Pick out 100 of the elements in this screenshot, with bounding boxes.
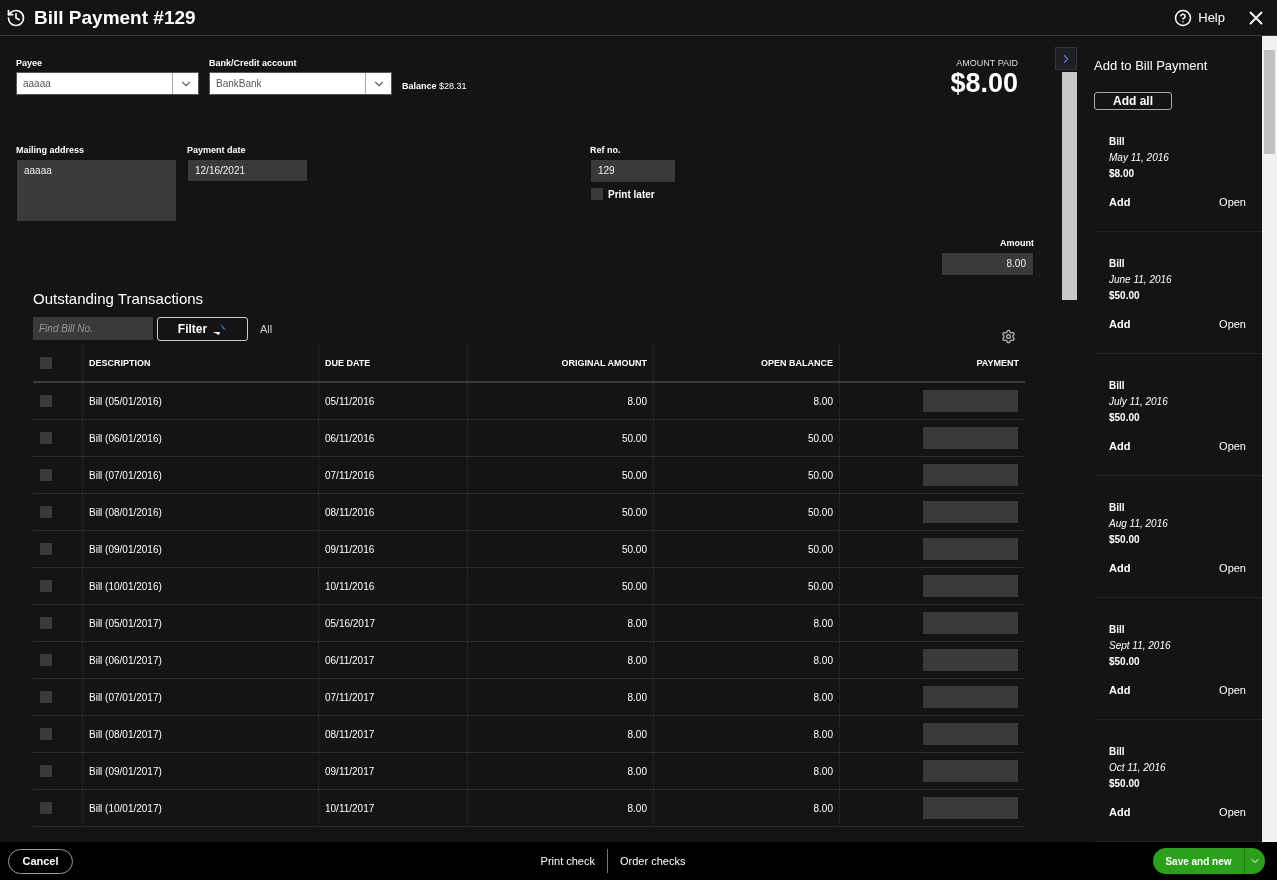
- table-cell: 07/11/2017: [325, 691, 375, 703]
- payment-field[interactable]: [922, 463, 1019, 487]
- order-checks-link[interactable]: Order checks: [608, 855, 698, 867]
- checkbox[interactable]: [39, 542, 53, 556]
- checkbox[interactable]: [39, 579, 53, 593]
- table-cell: Bill (05/01/2016): [89, 395, 162, 407]
- panel-title: Add to Bill Payment: [1094, 58, 1209, 73]
- column-header: PAYMENT: [976, 357, 1019, 368]
- date-field[interactable]: 12/16/2021: [187, 159, 308, 182]
- address-field[interactable]: aaaaa: [16, 159, 177, 222]
- table-cell: 08/11/2017: [325, 728, 375, 740]
- table-cell: 8.00: [813, 728, 833, 740]
- field-label: Payee: [16, 58, 44, 68]
- payment-field[interactable]: [922, 426, 1019, 450]
- payment-field[interactable]: [922, 759, 1019, 783]
- open-link[interactable]: Open: [1219, 440, 1246, 452]
- checkbox[interactable]: [39, 653, 53, 667]
- add-link[interactable]: Add: [1109, 806, 1131, 818]
- checkbox[interactable]: [590, 187, 604, 201]
- open-link[interactable]: Open: [1219, 196, 1246, 208]
- bill-type: Bill: [1109, 258, 1126, 269]
- amount-paid-value: $8.00: [950, 68, 1018, 99]
- table-cell: 50.00: [621, 432, 647, 444]
- payment-field[interactable]: [922, 389, 1019, 413]
- checkbox-label: Print later: [608, 188, 655, 200]
- column-header: DESCRIPTION: [89, 357, 151, 368]
- help-link[interactable]: Help: [1174, 8, 1225, 27]
- table-cell: 8.00: [813, 654, 833, 666]
- table-cell: Bill (08/01/2016): [89, 506, 162, 518]
- payment-field[interactable]: [922, 537, 1019, 561]
- table-cell: Bill (07/01/2016): [89, 469, 162, 481]
- scrollbar[interactable]: [1262, 36, 1277, 842]
- add-link[interactable]: Add: [1109, 440, 1131, 452]
- table-cell: 05/16/2017: [325, 617, 376, 629]
- payment-field[interactable]: [922, 574, 1019, 598]
- print-check-link[interactable]: Print check: [528, 855, 607, 867]
- field-label: Amount: [1000, 238, 1034, 248]
- bill-date: July 11, 2016: [1109, 396, 1169, 407]
- checkbox[interactable]: [39, 355, 53, 370]
- table-cell: Bill (06/01/2016): [89, 432, 162, 444]
- settings-icon[interactable]: [1001, 329, 1016, 344]
- open-link[interactable]: Open: [1219, 806, 1246, 818]
- checkbox[interactable]: [39, 431, 53, 445]
- amount-field[interactable]: 8.00: [941, 252, 1034, 276]
- add-link[interactable]: Add: [1109, 562, 1131, 574]
- open-link[interactable]: Open: [1219, 318, 1246, 330]
- table-cell: Bill (05/01/2017): [89, 617, 162, 629]
- table-cell: 10/11/2016: [325, 580, 375, 592]
- table-cell: 8.00: [627, 395, 647, 407]
- bill-type: Bill: [1109, 380, 1126, 391]
- bill-amount: $8.00: [1109, 168, 1136, 179]
- bill-amount: $50.00: [1109, 290, 1141, 301]
- checkbox[interactable]: [39, 727, 53, 741]
- bill-amount: $50.00: [1109, 412, 1141, 423]
- bill-date: Aug 11, 2016: [1109, 518, 1169, 529]
- table-cell: Bill (06/01/2017): [89, 654, 162, 666]
- filter-value: All: [260, 322, 273, 335]
- ref-field[interactable]: 129: [590, 159, 676, 183]
- table-cell: 06/11/2017: [325, 654, 375, 666]
- checkbox[interactable]: [39, 616, 53, 630]
- add-all-button[interactable]: Add all: [1094, 92, 1172, 110]
- table-cell: 09/11/2017: [325, 765, 375, 777]
- payment-field[interactable]: [922, 722, 1019, 746]
- table-cell: 50.00: [807, 469, 833, 481]
- scrollbar-thumb[interactable]: [1264, 50, 1275, 154]
- column-header: OPEN BALANCE: [761, 357, 833, 368]
- payment-field[interactable]: [922, 685, 1019, 709]
- checkbox[interactable]: [39, 468, 53, 482]
- checkbox[interactable]: [39, 690, 53, 704]
- checkbox[interactable]: [39, 505, 53, 519]
- payment-field[interactable]: [922, 611, 1019, 635]
- checkbox[interactable]: [39, 801, 53, 815]
- filter-button[interactable]: Filter: [157, 316, 248, 341]
- checkbox[interactable]: [39, 764, 53, 778]
- payment-field[interactable]: [922, 500, 1019, 524]
- add-link[interactable]: Add: [1109, 684, 1131, 696]
- add-link[interactable]: Add: [1109, 196, 1131, 208]
- open-link[interactable]: Open: [1219, 684, 1246, 696]
- table-cell: Bill (08/01/2017): [89, 728, 162, 740]
- checkbox[interactable]: [39, 394, 53, 408]
- payee-dropdown[interactable]: aaaaa: [16, 72, 199, 95]
- open-link[interactable]: Open: [1219, 562, 1246, 574]
- table-cell: 8.00: [813, 802, 833, 814]
- field-label: Bank/Credit account: [209, 58, 298, 68]
- column-header: ORIGINAL AMOUNT: [561, 357, 647, 368]
- table-cell: 50.00: [621, 580, 647, 592]
- cancel-button[interactable]: Cancel: [8, 848, 73, 874]
- table-cell: 8.00: [627, 802, 647, 814]
- add-link[interactable]: Add: [1109, 318, 1131, 330]
- payment-field[interactable]: [922, 648, 1019, 672]
- table-cell: 05/11/2016: [325, 395, 375, 407]
- payment-field[interactable]: [922, 796, 1019, 820]
- table-cell: 10/11/2017: [325, 802, 375, 814]
- search-field[interactable]: Find Bill No.: [33, 317, 153, 340]
- table-cell: Bill (09/01/2017): [89, 765, 162, 777]
- account-dropdown[interactable]: BankBank: [209, 72, 392, 95]
- collapse-button[interactable]: [1055, 47, 1077, 70]
- scrollbar-thumb[interactable]: [1062, 72, 1077, 300]
- help-icon: [1174, 8, 1193, 27]
- table-cell: Bill (10/01/2016): [89, 580, 162, 592]
